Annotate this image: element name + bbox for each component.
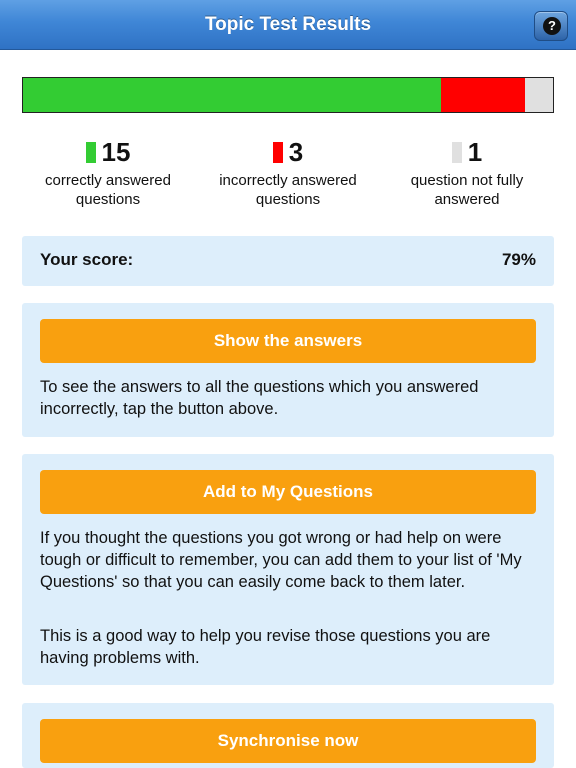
unanswered-label: question not fully answered	[410, 172, 524, 208]
incorrect-count: 3	[288, 137, 304, 167]
progress-segment-correct	[23, 78, 442, 112]
title-bar: Topic Test Results ?	[0, 0, 576, 50]
correct-label: correctly answered questions	[45, 172, 171, 208]
my-questions-tip: This is a good way to help you revise th…	[40, 627, 491, 667]
stat-incorrect: 3 incorrectly answered questions	[198, 136, 378, 209]
page-title: Topic Test Results	[204, 14, 372, 35]
progress-segment-unanswered	[525, 78, 553, 112]
help-button[interactable]: ?	[534, 11, 568, 41]
unanswered-swatch	[451, 141, 462, 163]
my-questions-description: If you thought the questions you got wro…	[40, 529, 522, 591]
help-icon: ?	[543, 17, 561, 35]
stat-correct: 15 correctly answered questions	[18, 136, 198, 209]
score-value: 79%	[501, 250, 536, 269]
correct-swatch	[85, 141, 96, 163]
show-answers-button[interactable]: Show the answers	[40, 319, 536, 363]
results-progress-bar	[22, 77, 554, 113]
progress-segment-incorrect	[441, 78, 526, 112]
sync-panel: Synchronise now	[22, 703, 554, 768]
score-panel: Your score: 79%	[22, 236, 554, 286]
answers-panel: Show the answers To see the answers to a…	[22, 303, 554, 437]
synchronise-button[interactable]: Synchronise now	[40, 719, 536, 763]
incorrect-swatch	[272, 141, 283, 163]
add-to-my-questions-button[interactable]: Add to My Questions	[40, 470, 536, 514]
score-label: Your score:	[40, 250, 134, 269]
my-questions-panel: Add to My Questions If you thought the q…	[22, 454, 554, 685]
incorrect-label: incorrectly answered questions	[219, 172, 357, 208]
unanswered-count: 1	[467, 137, 483, 167]
answers-description: To see the answers to all the questions …	[40, 378, 479, 418]
correct-count: 15	[101, 137, 131, 167]
stat-unanswered: 1 question not fully answered	[377, 136, 557, 209]
